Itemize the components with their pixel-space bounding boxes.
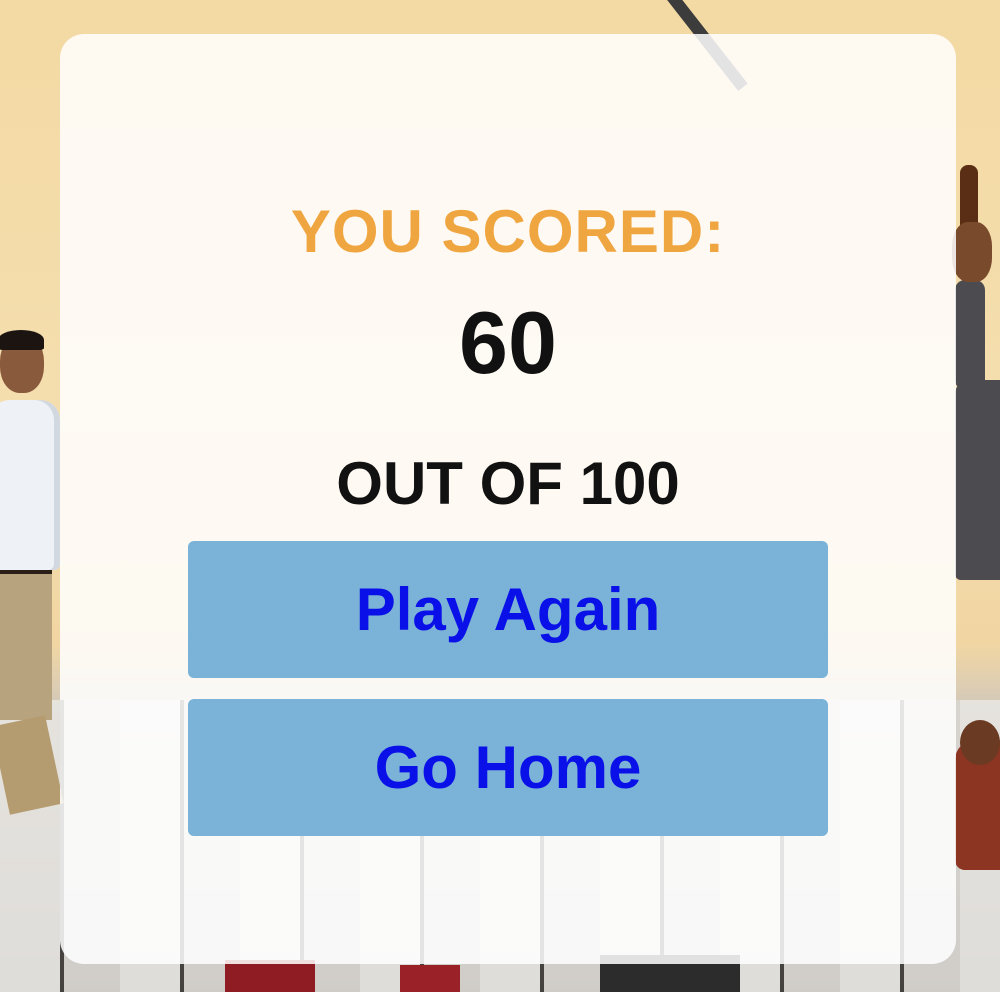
background-figure-right-arm: [955, 280, 985, 390]
score-total: OUT OF 100: [336, 450, 680, 517]
background-figure-bottom-red: [225, 960, 315, 992]
score-value: 60: [459, 293, 557, 392]
score-heading: YOU SCORED:: [290, 198, 726, 265]
background-figure-right: [955, 380, 1000, 580]
go-home-button[interactable]: Go Home: [188, 699, 828, 836]
background-figure-left-pants: [0, 570, 52, 720]
play-again-button[interactable]: Play Again: [188, 541, 828, 678]
background-figure-left-hair: [0, 330, 44, 350]
background-figure-right-hand: [952, 222, 992, 282]
background-figure-left: [0, 400, 60, 570]
score-card: YOU SCORED: 60 OUT OF 100 Play Again Go …: [60, 34, 956, 964]
background-figure-bottom-red-2: [400, 965, 460, 992]
background-figure-right-bottom-head: [960, 720, 1000, 765]
